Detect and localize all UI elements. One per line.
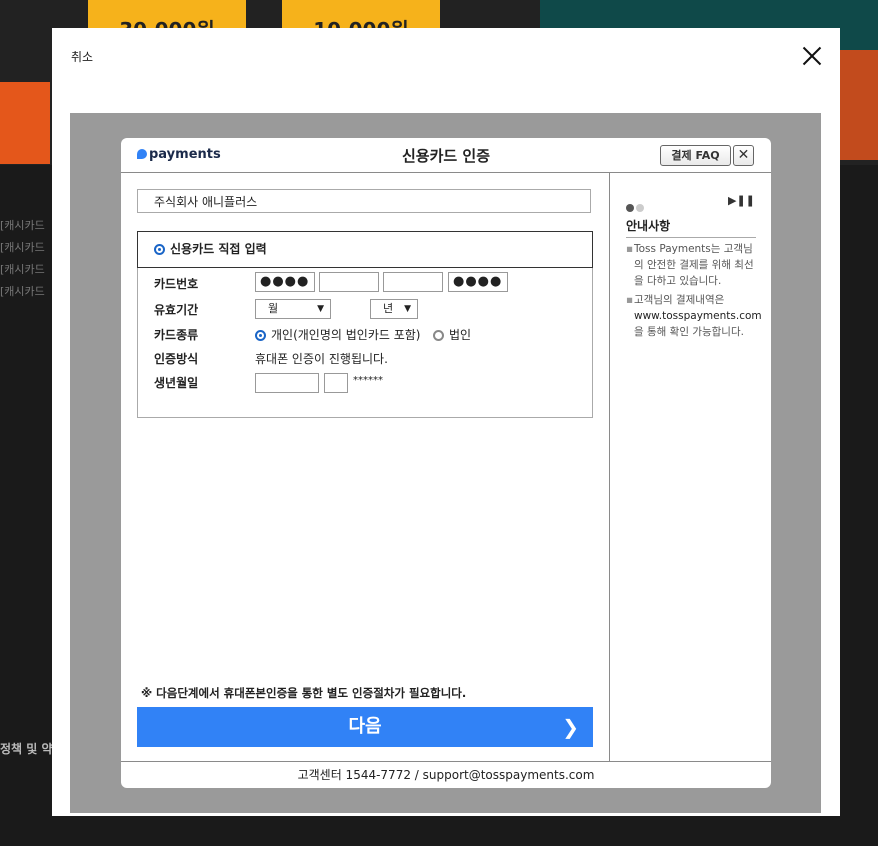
card-number-part1[interactable]: ●●●● <box>255 272 315 292</box>
background-orange-block <box>838 50 878 160</box>
card-number-part2[interactable] <box>319 272 379 292</box>
radio-unselected-icon[interactable] <box>433 330 444 341</box>
expiry-month-value: 월 <box>268 302 279 315</box>
notice-text: ※ 다음단계에서 휴대폰본인증을 통한 별도 인증절차가 필요합니다. <box>141 686 467 700</box>
slide-dot-active[interactable] <box>626 204 634 212</box>
guide-title: 안내사항 <box>626 217 756 238</box>
card-number-part4[interactable]: ●●●● <box>448 272 508 292</box>
card-input-box: 신용카드 직접 입력 카드번호 ●●●● ●●●● 유효기간 월 ▼ 년 ▼ 카드종… <box>137 231 593 418</box>
cancel-link[interactable]: 취소 <box>71 48 93 65</box>
bullet-icon: ▪ <box>626 294 634 306</box>
chevron-right-icon: ❯ <box>562 715 579 739</box>
close-icon[interactable] <box>802 46 822 66</box>
slide-dot[interactable] <box>636 204 644 212</box>
birth-mask: ****** <box>353 375 383 386</box>
gender-digit-input[interactable] <box>324 373 348 393</box>
birth-input[interactable] <box>255 373 319 393</box>
guide-item-text: Toss Payments는 고객님의 안전한 결제를 위해 최선을 다하고 있… <box>634 243 754 287</box>
guide-item: ▪ 고객님의 결제내역은 www.tosspayments.com 을 통해 확인 … <box>626 292 762 340</box>
card-type-personal-label: 개인(개인명의 법인카드 포함) <box>271 328 421 342</box>
expiry-year-select[interactable]: 년 ▼ <box>370 299 418 319</box>
payment-footer: 고객센터 1544-7772 / support@tosspayments.co… <box>121 761 771 788</box>
expiry-label: 유효기간 <box>154 303 199 317</box>
next-label: 다음 <box>348 716 382 737</box>
guide-panel: ▶❚❚ 안내사항 ▪ Toss Payments는 고객님의 안전한 결제를 위… <box>609 173 771 761</box>
payment-frame-backdrop: payments 신용카드 인증 결제 FAQ ✕ 주식회사 애니플러스 신용카… <box>70 113 821 813</box>
background-bottom-text: 정책 및 약 <box>0 742 53 756</box>
birth-label: 생년월일 <box>154 376 199 390</box>
method-direct-input[interactable]: 신용카드 직접 입력 <box>137 231 593 268</box>
guide-item: ▪ Toss Payments는 고객님의 안전한 결제를 위해 최선을 다하고… <box>626 241 758 289</box>
slide-indicator[interactable] <box>626 197 646 216</box>
background-side-text: [캐시카드 [캐시카드 [캐시카드 [캐시카드 <box>0 219 45 298</box>
guide-link[interactable]: www.tosspayments.com <box>634 310 762 322</box>
bullet-icon: ▪ <box>626 243 634 255</box>
card-type-personal-option[interactable]: 개인(개인명의 법인카드 포함) <box>255 326 420 343</box>
radio-selected-icon[interactable] <box>255 330 266 341</box>
next-button[interactable]: 다음 ❯ <box>137 707 593 747</box>
expiry-year-value: 년 <box>383 302 394 315</box>
payment-close-button[interactable]: ✕ <box>733 145 754 166</box>
radio-selected-icon[interactable] <box>154 244 165 255</box>
card-number-part3[interactable] <box>383 272 443 292</box>
payment-window: payments 신용카드 인증 결제 FAQ ✕ 주식회사 애니플러스 신용카… <box>121 138 771 788</box>
method-label: 신용카드 직접 입력 <box>170 242 267 256</box>
payment-form-panel: 주식회사 애니플러스 신용카드 직접 입력 카드번호 ●●●● ●●●● 유효기… <box>121 173 609 761</box>
chevron-down-icon: ▼ <box>317 304 324 314</box>
chevron-down-icon: ▼ <box>404 304 411 314</box>
card-number-label: 카드번호 <box>154 277 199 291</box>
guide-item-text: 을 통해 확인 가능합니다. <box>634 326 744 338</box>
card-type-label: 카드종류 <box>154 328 199 342</box>
guide-item-text: 고객님의 결제내역은 <box>634 294 725 306</box>
card-type-corporate-option[interactable]: 법인 <box>433 326 471 343</box>
card-type-corporate-label: 법인 <box>449 328 472 342</box>
slide-play-pause-icon[interactable]: ▶❚❚ <box>728 194 755 207</box>
auth-method-text: 휴대폰 인증이 진행됩니다. <box>255 352 388 366</box>
auth-method-label: 인증방식 <box>154 352 199 366</box>
payment-modal: 취소 payments 신용카드 인증 결제 FAQ ✕ 주식회사 애니플러스 … <box>52 28 840 816</box>
payment-header: payments 신용카드 인증 결제 FAQ ✕ <box>121 138 771 173</box>
background-orange-block <box>0 82 50 164</box>
expiry-month-select[interactable]: 월 ▼ <box>255 299 331 319</box>
merchant-name: 주식회사 애니플러스 <box>137 189 591 213</box>
faq-button[interactable]: 결제 FAQ <box>660 145 731 166</box>
